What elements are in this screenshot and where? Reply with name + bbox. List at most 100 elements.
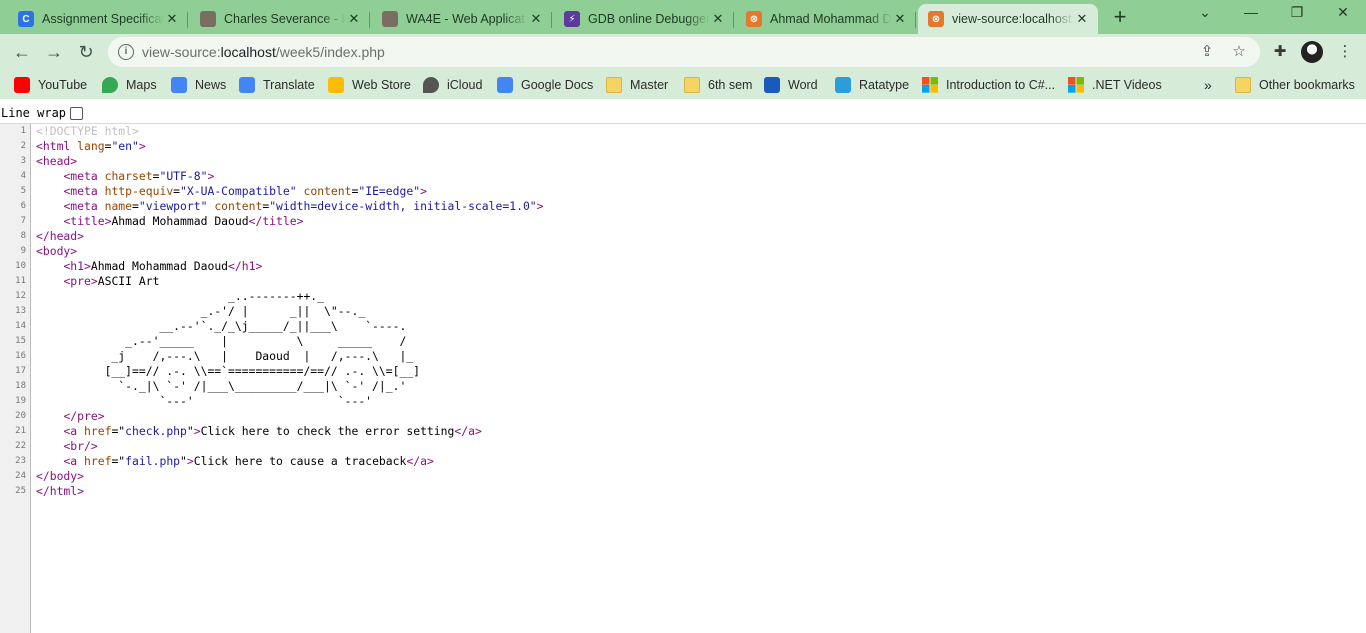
minimize-button[interactable]: — <box>1228 4 1274 26</box>
source-line: <body> <box>36 244 78 258</box>
source-line: <meta name="viewport" content="width=dev… <box>63 199 544 213</box>
bookmark-label: Master <box>630 78 669 92</box>
close-tab-icon[interactable]: ✕ <box>1074 11 1090 27</box>
site-info-icon[interactable]: i <box>118 44 134 60</box>
bookmark-label: Maps <box>126 78 157 92</box>
tab-title: view-source:localhost <box>952 12 1072 26</box>
bookmarks-overflow-button[interactable]: » <box>1204 75 1212 95</box>
menu-kebab-icon[interactable]: ⋮ <box>1333 40 1357 64</box>
bookmark-label: Web Store <box>352 78 411 92</box>
line-wrap-label: Line wrap <box>1 106 67 120</box>
source-link[interactable]: fail.php <box>125 454 180 468</box>
bookmark-ratatype[interactable]: Ratatype <box>835 75 909 95</box>
back-button[interactable]: ← <box>10 40 34 64</box>
source-line: _.-'/ | _|| \"--._ <box>36 304 366 318</box>
url-text[interactable]: view-source:localhost/week5/index.php <box>142 44 385 60</box>
tab-1[interactable]: C Assignment Specificat ✕ <box>8 4 188 34</box>
bookmark-introduction-to-c[interactable]: Introduction to C#... <box>922 75 1055 95</box>
source-link[interactable]: check.php <box>125 424 187 438</box>
bookmarks-bar: YouTube Maps News Translate Web Store iCloud G… <box>0 70 1366 99</box>
microsoft-icon <box>922 77 938 93</box>
line-number: 22 <box>15 441 26 451</box>
coursera-icon: C <box>18 11 34 27</box>
line-number: 23 <box>15 456 26 466</box>
line-number: 18 <box>15 381 26 391</box>
microsoft-icon <box>1068 77 1084 93</box>
bookmark-youtube[interactable]: YouTube <box>14 75 87 95</box>
maps-icon <box>102 77 118 93</box>
source-line: <pre>ASCII Art <box>63 274 160 288</box>
source-line: <meta http-equiv="X-UA-Compatible" conte… <box>63 184 427 198</box>
line-wrap-checkbox[interactable] <box>70 106 84 120</box>
source-line: </pre> <box>63 409 105 423</box>
close-tab-icon[interactable]: ✕ <box>346 11 362 27</box>
line-number: 6 <box>20 201 26 211</box>
source-line: <a href="fail.php">Click here to cause a… <box>63 454 434 468</box>
source-line: <a href="check.php">Click here to check … <box>63 424 482 438</box>
bookmark-master[interactable]: Master <box>606 75 668 95</box>
tab-2[interactable]: Charles Severance - Re ✕ <box>190 4 370 34</box>
bookmark-maps[interactable]: Maps <box>102 75 157 95</box>
xampp-icon: ⊗ <box>928 11 944 27</box>
address-bar[interactable]: i view-source:localhost/week5/index.php … <box>108 37 1260 67</box>
tab-6[interactable]: ⊗ view-source:localhost ✕ <box>918 4 1098 34</box>
source-line: </head> <box>36 229 85 243</box>
source-line: <html lang="en"> <box>36 139 146 153</box>
youtube-icon <box>14 77 30 93</box>
new-tab-button[interactable]: + <box>1108 6 1132 30</box>
close-tab-icon[interactable]: ✕ <box>710 11 726 27</box>
person-icon <box>200 11 216 27</box>
bookmark-label: Introduction to C#... <box>946 78 1056 92</box>
bookmark-icloud[interactable]: iCloud <box>423 75 482 95</box>
bookmark-translate[interactable]: Translate <box>239 75 315 95</box>
line-number: 17 <box>15 366 26 376</box>
folder-icon <box>684 77 700 93</box>
tab-5[interactable]: ⊗ Ahmad Mohammad D ✕ <box>736 4 916 34</box>
line-number: 12 <box>15 291 26 301</box>
line-wrap-control: Line wrap <box>0 103 84 123</box>
source-line: _j /,---.\ | Daoud | /,---.\ |_ <box>36 349 414 363</box>
bookmark-label: Google Docs <box>521 78 594 92</box>
source-line: <!DOCTYPE html> <box>36 124 139 138</box>
bookmark-label: Word <box>788 78 818 92</box>
tab-title: GDB online Debugger <box>588 12 710 26</box>
line-number: 5 <box>20 186 26 196</box>
reload-button[interactable]: ↻ <box>74 40 98 64</box>
forward-button[interactable]: → <box>42 40 66 64</box>
browser-toolbar: ← → ↻ i view-source:localhost/week5/inde… <box>0 34 1366 70</box>
line-number: 1 <box>20 126 26 136</box>
profile-avatar[interactable] <box>1301 41 1323 63</box>
extensions-puzzle-icon[interactable]: ✚ <box>1268 40 1292 64</box>
tab-4[interactable]: ⚡ GDB online Debugger ✕ <box>554 4 734 34</box>
bookmark-news[interactable]: News <box>171 75 226 95</box>
bookmark-word[interactable]: Word <box>764 75 818 95</box>
tab-strip: C Assignment Specificat ✕ Charles Severance… <box>0 0 1366 34</box>
docs-icon <box>497 77 513 93</box>
tab-title: Charles Severance - Re <box>224 12 346 26</box>
bookmark-net-videos[interactable]: .NET Videos <box>1068 75 1162 95</box>
source-line: <br/> <box>63 439 98 453</box>
bookmark-label: 6th sem <box>708 78 753 92</box>
tab-3[interactable]: WA4E - Web Applicat ✕ <box>372 4 552 34</box>
bookmark-star-icon[interactable]: ☆ <box>1230 43 1248 61</box>
tab-title: Assignment Specificat <box>42 12 164 26</box>
tab-search-icon[interactable]: ⌄ <box>1182 4 1228 26</box>
close-window-button[interactable]: ✕ <box>1320 4 1366 26</box>
line-number: 25 <box>15 486 26 496</box>
source-line: __.--'`._/_\j_____/_||___\ `----. <box>36 319 407 333</box>
share-icon[interactable]: ⇪ <box>1198 43 1216 61</box>
other-bookmarks-folder[interactable]: Other bookmarks <box>1235 75 1355 95</box>
line-number: 14 <box>15 321 26 331</box>
bookmark-6th-sem[interactable]: 6th sem <box>684 75 752 95</box>
restore-button[interactable]: ❐ <box>1274 4 1320 26</box>
line-number: 11 <box>15 276 26 286</box>
line-number: 10 <box>15 261 26 271</box>
line-number: 7 <box>20 216 26 226</box>
source-line: <head> <box>36 154 78 168</box>
bookmark-google-docs[interactable]: Google Docs <box>497 75 593 95</box>
close-tab-icon[interactable]: ✕ <box>528 11 544 27</box>
line-number: 15 <box>15 336 26 346</box>
bookmark-web-store[interactable]: Web Store <box>328 75 411 95</box>
close-tab-icon[interactable]: ✕ <box>892 11 908 27</box>
close-tab-icon[interactable]: ✕ <box>164 11 180 27</box>
